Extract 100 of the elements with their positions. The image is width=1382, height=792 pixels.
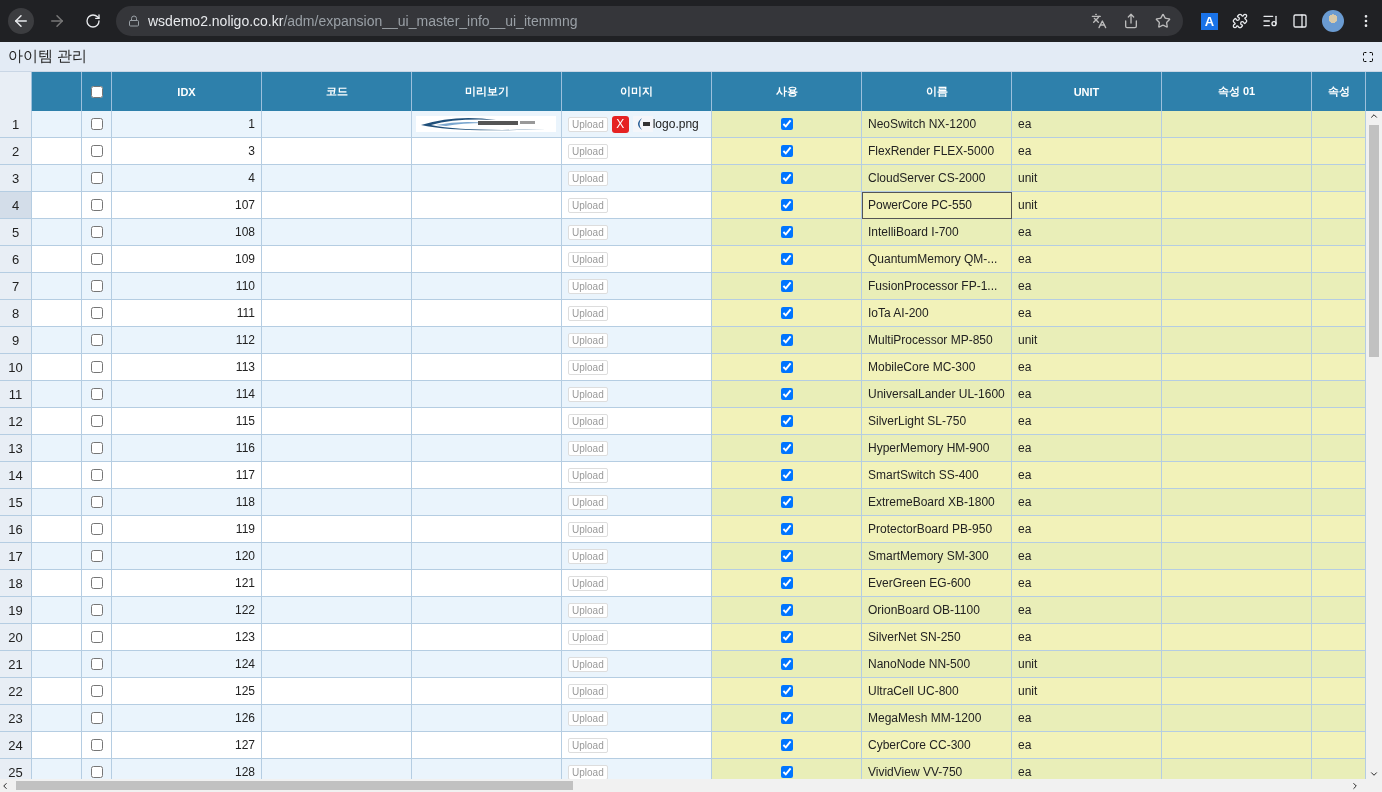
upload-button[interactable]: Upload — [568, 440, 608, 456]
use-checkbox[interactable] — [780, 307, 793, 319]
column-header[interactable]: 속성 01 — [1162, 72, 1312, 111]
upload-button[interactable]: Upload — [568, 224, 608, 240]
upload-button[interactable]: Upload — [568, 656, 608, 672]
scroll-left-icon[interactable] — [0, 780, 10, 791]
row-checkbox[interactable] — [90, 226, 103, 238]
row-number[interactable]: 6 — [0, 246, 32, 273]
row-number[interactable]: 11 — [0, 381, 32, 408]
use-checkbox[interactable] — [780, 766, 793, 778]
row-number[interactable]: 16 — [0, 516, 32, 543]
row-checkbox[interactable] — [90, 145, 103, 157]
row-number[interactable]: 19 — [0, 597, 32, 624]
row-number[interactable]: 8 — [0, 300, 32, 327]
upload-button[interactable]: Upload — [568, 359, 608, 375]
row-number[interactable]: 24 — [0, 732, 32, 759]
row-number[interactable]: 3 — [0, 165, 32, 192]
row-checkbox[interactable] — [90, 415, 103, 427]
side-panel-icon[interactable] — [1292, 13, 1308, 29]
upload-button[interactable]: Upload — [568, 764, 608, 779]
scrollbar-thumb[interactable] — [16, 781, 573, 790]
upload-button[interactable]: Upload — [568, 386, 608, 402]
upload-button[interactable]: Upload — [568, 710, 608, 726]
row-number[interactable]: 20 — [0, 624, 32, 651]
scrollbar-thumb[interactable] — [1369, 125, 1379, 357]
use-checkbox[interactable] — [780, 577, 793, 589]
row-checkbox[interactable] — [90, 658, 103, 670]
select-all-checkbox[interactable] — [90, 85, 103, 98]
upload-button[interactable]: Upload — [568, 332, 608, 348]
upload-button[interactable]: Upload — [568, 305, 608, 321]
scroll-down-icon[interactable] — [1369, 769, 1379, 779]
upload-button[interactable]: Upload — [568, 413, 608, 429]
use-checkbox[interactable] — [780, 550, 793, 562]
upload-button[interactable]: Upload — [568, 251, 608, 267]
row-number[interactable]: 22 — [0, 678, 32, 705]
upload-button[interactable]: Upload — [568, 575, 608, 591]
upload-button[interactable]: Upload — [568, 629, 608, 645]
use-checkbox[interactable] — [780, 469, 793, 481]
scroll-up-icon[interactable] — [1369, 111, 1379, 121]
use-checkbox[interactable] — [780, 226, 793, 238]
upload-button[interactable]: Upload — [568, 197, 608, 213]
row-checkbox[interactable] — [90, 523, 103, 535]
column-header[interactable]: 이름 — [862, 72, 1012, 111]
share-icon[interactable] — [1123, 13, 1139, 29]
column-header[interactable]: UNIT — [1012, 72, 1162, 111]
row-number[interactable]: 23 — [0, 705, 32, 732]
row-number[interactable]: 4 — [0, 192, 32, 219]
row-checkbox[interactable] — [90, 550, 103, 562]
column-header[interactable]: 미리보기 — [412, 72, 562, 111]
upload-button[interactable]: Upload — [568, 548, 608, 564]
column-header[interactable]: 속성 — [1312, 72, 1366, 111]
column-header[interactable]: 이미지 — [562, 72, 712, 111]
upload-button[interactable]: Upload — [568, 278, 608, 294]
use-checkbox[interactable] — [780, 712, 793, 724]
upload-button[interactable]: Upload — [568, 143, 608, 159]
row-number[interactable]: 9 — [0, 327, 32, 354]
use-checkbox[interactable] — [780, 685, 793, 697]
reload-icon[interactable] — [85, 13, 101, 29]
row-checkbox[interactable] — [90, 496, 103, 508]
use-checkbox[interactable] — [780, 631, 793, 643]
row-number[interactable]: 1 — [0, 111, 32, 138]
column-header[interactable]: IDX — [112, 72, 262, 111]
row-checkbox[interactable] — [90, 361, 103, 373]
remove-button[interactable]: X — [611, 115, 629, 133]
row-checkbox[interactable] — [90, 307, 103, 319]
use-checkbox[interactable] — [780, 334, 793, 346]
row-checkbox[interactable] — [90, 334, 103, 346]
row-checkbox[interactable] — [90, 172, 103, 184]
row-number[interactable]: 17 — [0, 543, 32, 570]
row-checkbox[interactable] — [90, 118, 103, 130]
use-checkbox[interactable] — [780, 361, 793, 373]
row-number[interactable]: 15 — [0, 489, 32, 516]
column-header[interactable]: 사용 — [712, 72, 862, 111]
use-checkbox[interactable] — [780, 199, 793, 211]
puzzle-icon[interactable] — [1232, 13, 1248, 29]
expand-icon[interactable] — [1362, 50, 1374, 63]
upload-button[interactable]: Upload — [568, 521, 608, 537]
row-number[interactable]: 18 — [0, 570, 32, 597]
row-checkbox[interactable] — [90, 280, 103, 292]
row-checkbox[interactable] — [90, 253, 103, 265]
row-number[interactable]: 12 — [0, 408, 32, 435]
row-number[interactable]: 13 — [0, 435, 32, 462]
row-checkbox[interactable] — [90, 199, 103, 211]
use-checkbox[interactable] — [780, 442, 793, 454]
upload-button[interactable]: Upload — [568, 170, 608, 186]
row-number[interactable]: 14 — [0, 462, 32, 489]
row-checkbox[interactable] — [90, 604, 103, 616]
upload-button[interactable]: Upload — [568, 116, 608, 132]
row-checkbox[interactable] — [90, 712, 103, 724]
column-header[interactable]: 코드 — [262, 72, 412, 111]
row-checkbox[interactable] — [90, 577, 103, 589]
row-number[interactable]: 7 — [0, 273, 32, 300]
scroll-right-icon[interactable] — [1350, 780, 1360, 791]
star-icon[interactable] — [1155, 13, 1171, 29]
use-checkbox[interactable] — [780, 253, 793, 265]
row-checkbox[interactable] — [90, 469, 103, 481]
use-checkbox[interactable] — [780, 523, 793, 535]
upload-button[interactable]: Upload — [568, 467, 608, 483]
row-number[interactable]: 2 — [0, 138, 32, 165]
row-checkbox[interactable] — [90, 442, 103, 454]
